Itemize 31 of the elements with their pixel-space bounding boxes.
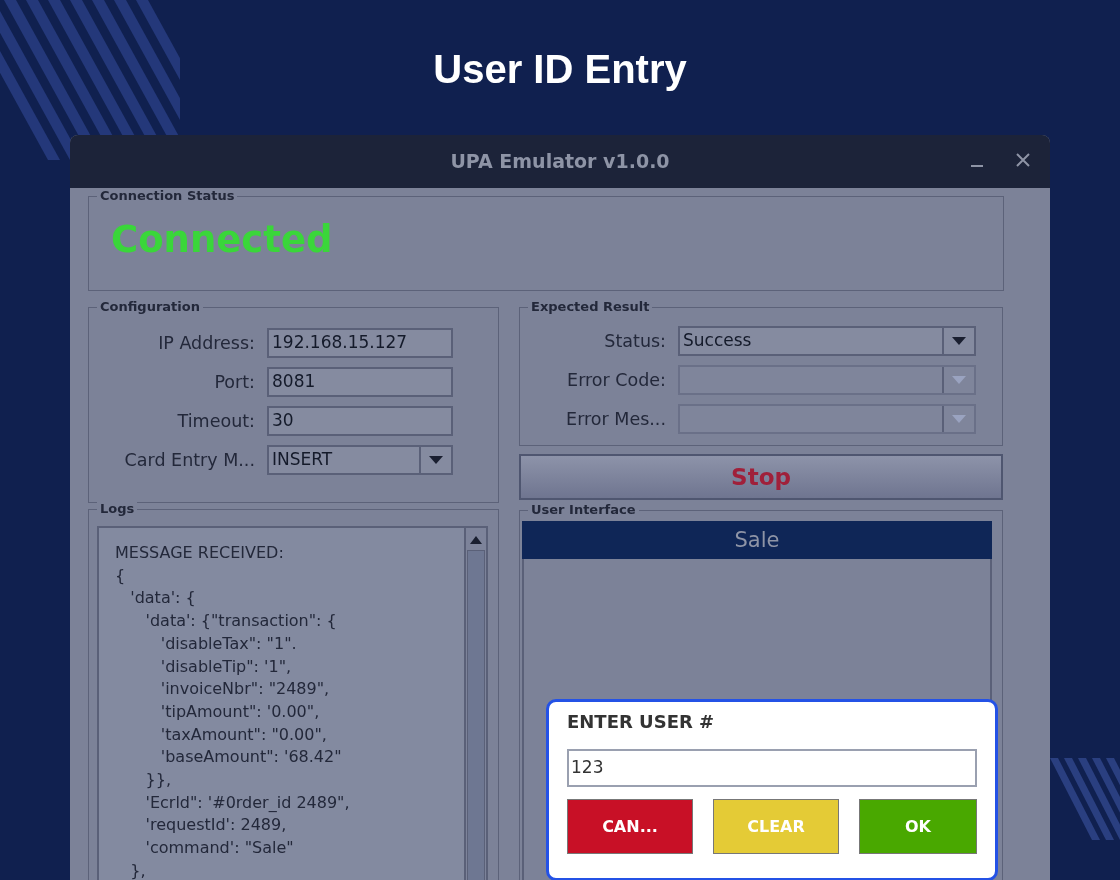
close-button[interactable]: [1016, 153, 1030, 167]
field-label: Error Code:: [566, 368, 667, 392]
input-field[interactable]: 123: [567, 749, 977, 787]
cancel-button[interactable]: CAN...: [567, 799, 693, 854]
field-label: IP Address:: [157, 331, 256, 355]
field-label: Timeout:: [176, 409, 256, 433]
dropdown-arrow-icon[interactable]: [429, 456, 443, 464]
ok-button[interactable]: OK: [859, 799, 977, 854]
minimize-button[interactable]: [970, 165, 984, 167]
dialog-prompt: ENTER USER #: [567, 710, 716, 734]
input-field[interactable]: 8081: [267, 367, 453, 397]
scroll-up-icon[interactable]: [470, 536, 482, 544]
group-legend: Expected Result: [528, 299, 653, 315]
field-label: Error Mes...: [565, 407, 667, 431]
scrollbar[interactable]: [464, 528, 486, 880]
dropdown-arrow-icon[interactable]: [952, 337, 966, 345]
field-label: Port:: [213, 370, 256, 394]
window-title: UPA Emulator v1.0.0: [450, 149, 670, 175]
screen-header: Sale: [522, 521, 992, 559]
log-text: MESSAGE RECEIVED: { 'data': { 'data': {"transaction": { 'disableTax": "1". 'disableTip": '1", 'invoiceNbr": "2489", 'tipAmount": '0.00", 'taxAmount": "0.00", 'baseAmount": '68.42" }}, 'Ecrld": '#0rder_id 2489", 'requestId': 2489, 'command': "Sale" },: [114, 542, 351, 880]
input-field[interactable]: 30: [267, 406, 453, 436]
page-title: User ID Entry: [433, 46, 687, 92]
field-label: Card Entry M...: [123, 448, 256, 472]
group-legend: Configuration: [97, 299, 203, 315]
dropdown[interactable]: INSERT: [267, 445, 453, 475]
scroll-thumb[interactable]: [467, 550, 485, 880]
field-label: Status:: [603, 329, 667, 353]
dropdown[interactable]: Success: [678, 326, 976, 356]
group-legend: Logs: [97, 501, 138, 517]
input-field[interactable]: 192.168.15.127: [267, 328, 453, 358]
connection-status-text: Connected: [110, 217, 334, 263]
